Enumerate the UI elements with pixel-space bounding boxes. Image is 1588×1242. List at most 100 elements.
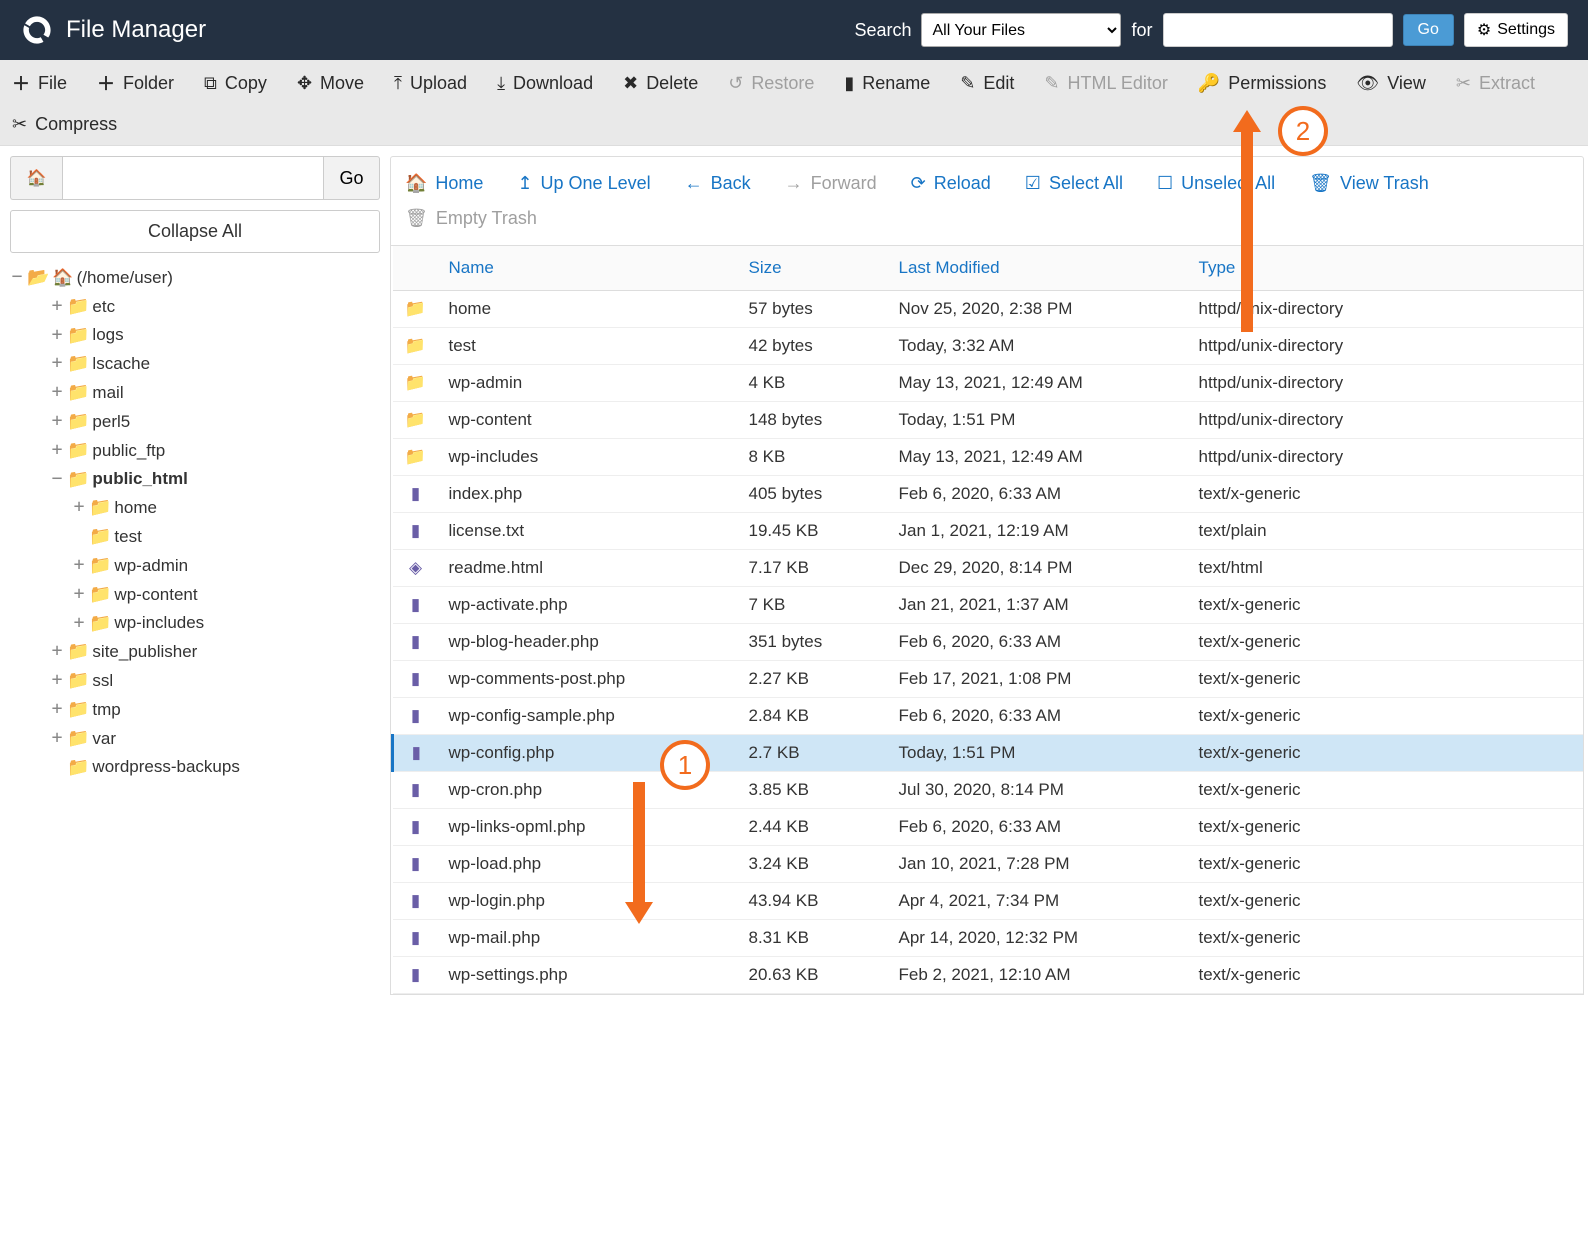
cell-size: 2.84 KB [739, 698, 889, 735]
up-level-action[interactable]: ↥Up One Level [517, 173, 650, 194]
table-row[interactable]: ◈ readme.html 7.17 KB Dec 29, 2020, 8:14… [393, 550, 1584, 587]
path-home-button[interactable]: 🏠 [10, 156, 62, 200]
tree-label: ssl [92, 667, 113, 694]
key-icon: 🔑 [1198, 73, 1220, 94]
cell-modified: Feb 6, 2020, 6:33 AM [889, 698, 1189, 735]
tree-toggle[interactable]: + [50, 292, 64, 321]
restore-button[interactable]: ↺Restore [728, 70, 814, 96]
path-go-button[interactable]: Go [324, 156, 380, 200]
tree-node-test[interactable]: 📁test [10, 522, 380, 551]
tree-node-mail[interactable]: +📁mail [10, 378, 380, 407]
table-row[interactable]: 📁 wp-admin 4 KB May 13, 2021, 12:49 AM h… [393, 365, 1584, 402]
tree-node-perl5[interactable]: +📁perl5 [10, 407, 380, 436]
table-row[interactable]: ▮ wp-cron.php 3.85 KB Jul 30, 2020, 8:14… [393, 772, 1584, 809]
tree-toggle[interactable]: + [72, 493, 86, 522]
table-row[interactable]: ▮ wp-config-sample.php 2.84 KB Feb 6, 20… [393, 698, 1584, 735]
tree-node-var[interactable]: +📁var [10, 724, 380, 753]
home-action[interactable]: 🏠Home [405, 173, 483, 194]
tree-toggle[interactable]: + [72, 609, 86, 638]
copy-button[interactable]: ⧉Copy [204, 70, 267, 96]
delete-button[interactable]: ✖Delete [623, 70, 698, 96]
tree-node-wp-includes[interactable]: +📁wp-includes [10, 609, 380, 638]
edit-button[interactable]: ✎Edit [960, 70, 1014, 96]
search-scope-select[interactable]: All Your Files [921, 13, 1121, 47]
tree-node-lscache[interactable]: +📁lscache [10, 349, 380, 378]
view-button[interactable]: 👁View [1356, 70, 1426, 96]
search-go-button[interactable]: Go [1403, 14, 1454, 46]
table-row[interactable]: ▮ wp-mail.php 8.31 KB Apr 14, 2020, 12:3… [393, 920, 1584, 957]
new-file-button[interactable]: ＋File [12, 70, 67, 96]
tree-toggle[interactable]: + [50, 321, 64, 350]
tree-node-wp-admin[interactable]: +📁wp-admin [10, 551, 380, 580]
download-button[interactable]: ⤓Download [497, 70, 593, 96]
tree-toggle[interactable]: − [50, 465, 64, 494]
col-size[interactable]: Size [739, 246, 889, 291]
path-input[interactable] [62, 156, 324, 200]
tree-node-home[interactable]: +📁home [10, 493, 380, 522]
table-row[interactable]: 📁 wp-includes 8 KB May 13, 2021, 12:49 A… [393, 439, 1584, 476]
table-row[interactable]: ▮ wp-blog-header.php 351 bytes Feb 6, 20… [393, 624, 1584, 661]
table-row[interactable]: ▮ wp-load.php 3.24 KB Jan 10, 2021, 7:28… [393, 846, 1584, 883]
cell-modified: Feb 17, 2021, 1:08 PM [889, 661, 1189, 698]
permissions-button[interactable]: 🔑Permissions [1198, 70, 1326, 96]
col-name[interactable]: Name [439, 246, 739, 291]
settings-button[interactable]: ⚙ Settings [1464, 13, 1568, 47]
tree-toggle[interactable]: + [50, 695, 64, 724]
table-row[interactable]: ▮ wp-links-opml.php 2.44 KB Feb 6, 2020,… [393, 809, 1584, 846]
tree-node-site_publisher[interactable]: +📁site_publisher [10, 637, 380, 666]
tree-toggle[interactable]: + [72, 580, 86, 609]
table-row[interactable]: ▮ wp-comments-post.php 2.27 KB Feb 17, 2… [393, 661, 1584, 698]
col-modified[interactable]: Last Modified [889, 246, 1189, 291]
tree-node-wp-content[interactable]: +📁wp-content [10, 580, 380, 609]
col-icon[interactable] [393, 246, 439, 291]
tree-toggle[interactable]: + [50, 349, 64, 378]
forward-action[interactable]: →Forward [785, 173, 877, 194]
tree-toggle[interactable]: + [50, 407, 64, 436]
empty-trash-action[interactable]: 🗑Empty Trash [405, 208, 537, 229]
arrow-2 [1233, 110, 1261, 332]
table-row[interactable]: 📁 test 42 bytes Today, 3:32 AM httpd/uni… [393, 328, 1584, 365]
search-input[interactable] [1163, 13, 1393, 47]
tree-toggle[interactable]: + [50, 666, 64, 695]
table-row[interactable]: ▮ wp-login.php 43.94 KB Apr 4, 2021, 7:3… [393, 883, 1584, 920]
rename-button[interactable]: ▮Rename [844, 70, 930, 96]
tree-root[interactable]: − 📂 🏠 (/home/user) [10, 263, 380, 292]
plus-icon: ＋ [97, 70, 115, 96]
html-editor-button[interactable]: ✎HTML Editor [1044, 70, 1167, 96]
folder-icon: 📁 [67, 695, 89, 724]
select-all-action[interactable]: ☑Select All [1025, 173, 1123, 194]
collapse-all-button[interactable]: Collapse All [10, 210, 380, 253]
upload-button[interactable]: ⤒Upload [394, 70, 467, 96]
tree-node-wordpress-backups[interactable]: 📁wordpress-backups [10, 753, 380, 782]
tree-toggle[interactable]: + [50, 378, 64, 407]
new-folder-button[interactable]: ＋Folder [97, 70, 174, 96]
back-action[interactable]: ←Back [685, 173, 751, 194]
tree-toggle[interactable]: + [50, 724, 64, 753]
cell-size: 3.85 KB [739, 772, 889, 809]
cell-size: 3.24 KB [739, 846, 889, 883]
folder-icon: 📁 [67, 666, 89, 695]
table-row[interactable]: ▮ wp-settings.php 20.63 KB Feb 2, 2021, … [393, 957, 1584, 994]
tree-node-etc[interactable]: +📁etc [10, 292, 380, 321]
tree-node-public_ftp[interactable]: +📁public_ftp [10, 436, 380, 465]
tree-toggle[interactable]: − [10, 263, 24, 292]
tree-toggle[interactable]: + [50, 637, 64, 666]
table-row[interactable]: ▮ index.php 405 bytes Feb 6, 2020, 6:33 … [393, 476, 1584, 513]
reload-action[interactable]: ⟳Reload [911, 173, 991, 194]
table-row[interactable]: ▮ license.txt 19.45 KB Jan 1, 2021, 12:1… [393, 513, 1584, 550]
table-row[interactable]: ▮ wp-activate.php 7 KB Jan 21, 2021, 1:3… [393, 587, 1584, 624]
tree-node-tmp[interactable]: +📁tmp [10, 695, 380, 724]
table-row[interactable]: ▮ wp-config.php 2.7 KB Today, 1:51 PM te… [393, 735, 1584, 772]
view-trash-action[interactable]: 🗑View Trash [1309, 173, 1429, 194]
table-row[interactable]: 📁 home 57 bytes Nov 25, 2020, 2:38 PM ht… [393, 291, 1584, 328]
tree-node-logs[interactable]: +📁logs [10, 321, 380, 350]
tree-node-public_html[interactable]: −📁public_html [10, 465, 380, 494]
tree-toggle[interactable]: + [72, 551, 86, 580]
move-button[interactable]: ✥Move [297, 70, 364, 96]
table-row[interactable]: 📁 wp-content 148 bytes Today, 1:51 PM ht… [393, 402, 1584, 439]
cell-size: 2.44 KB [739, 809, 889, 846]
extract-button[interactable]: ✂Extract [1456, 70, 1535, 96]
compress-button[interactable]: ✂Compress [12, 114, 117, 135]
tree-node-ssl[interactable]: +📁ssl [10, 666, 380, 695]
tree-toggle[interactable]: + [50, 436, 64, 465]
